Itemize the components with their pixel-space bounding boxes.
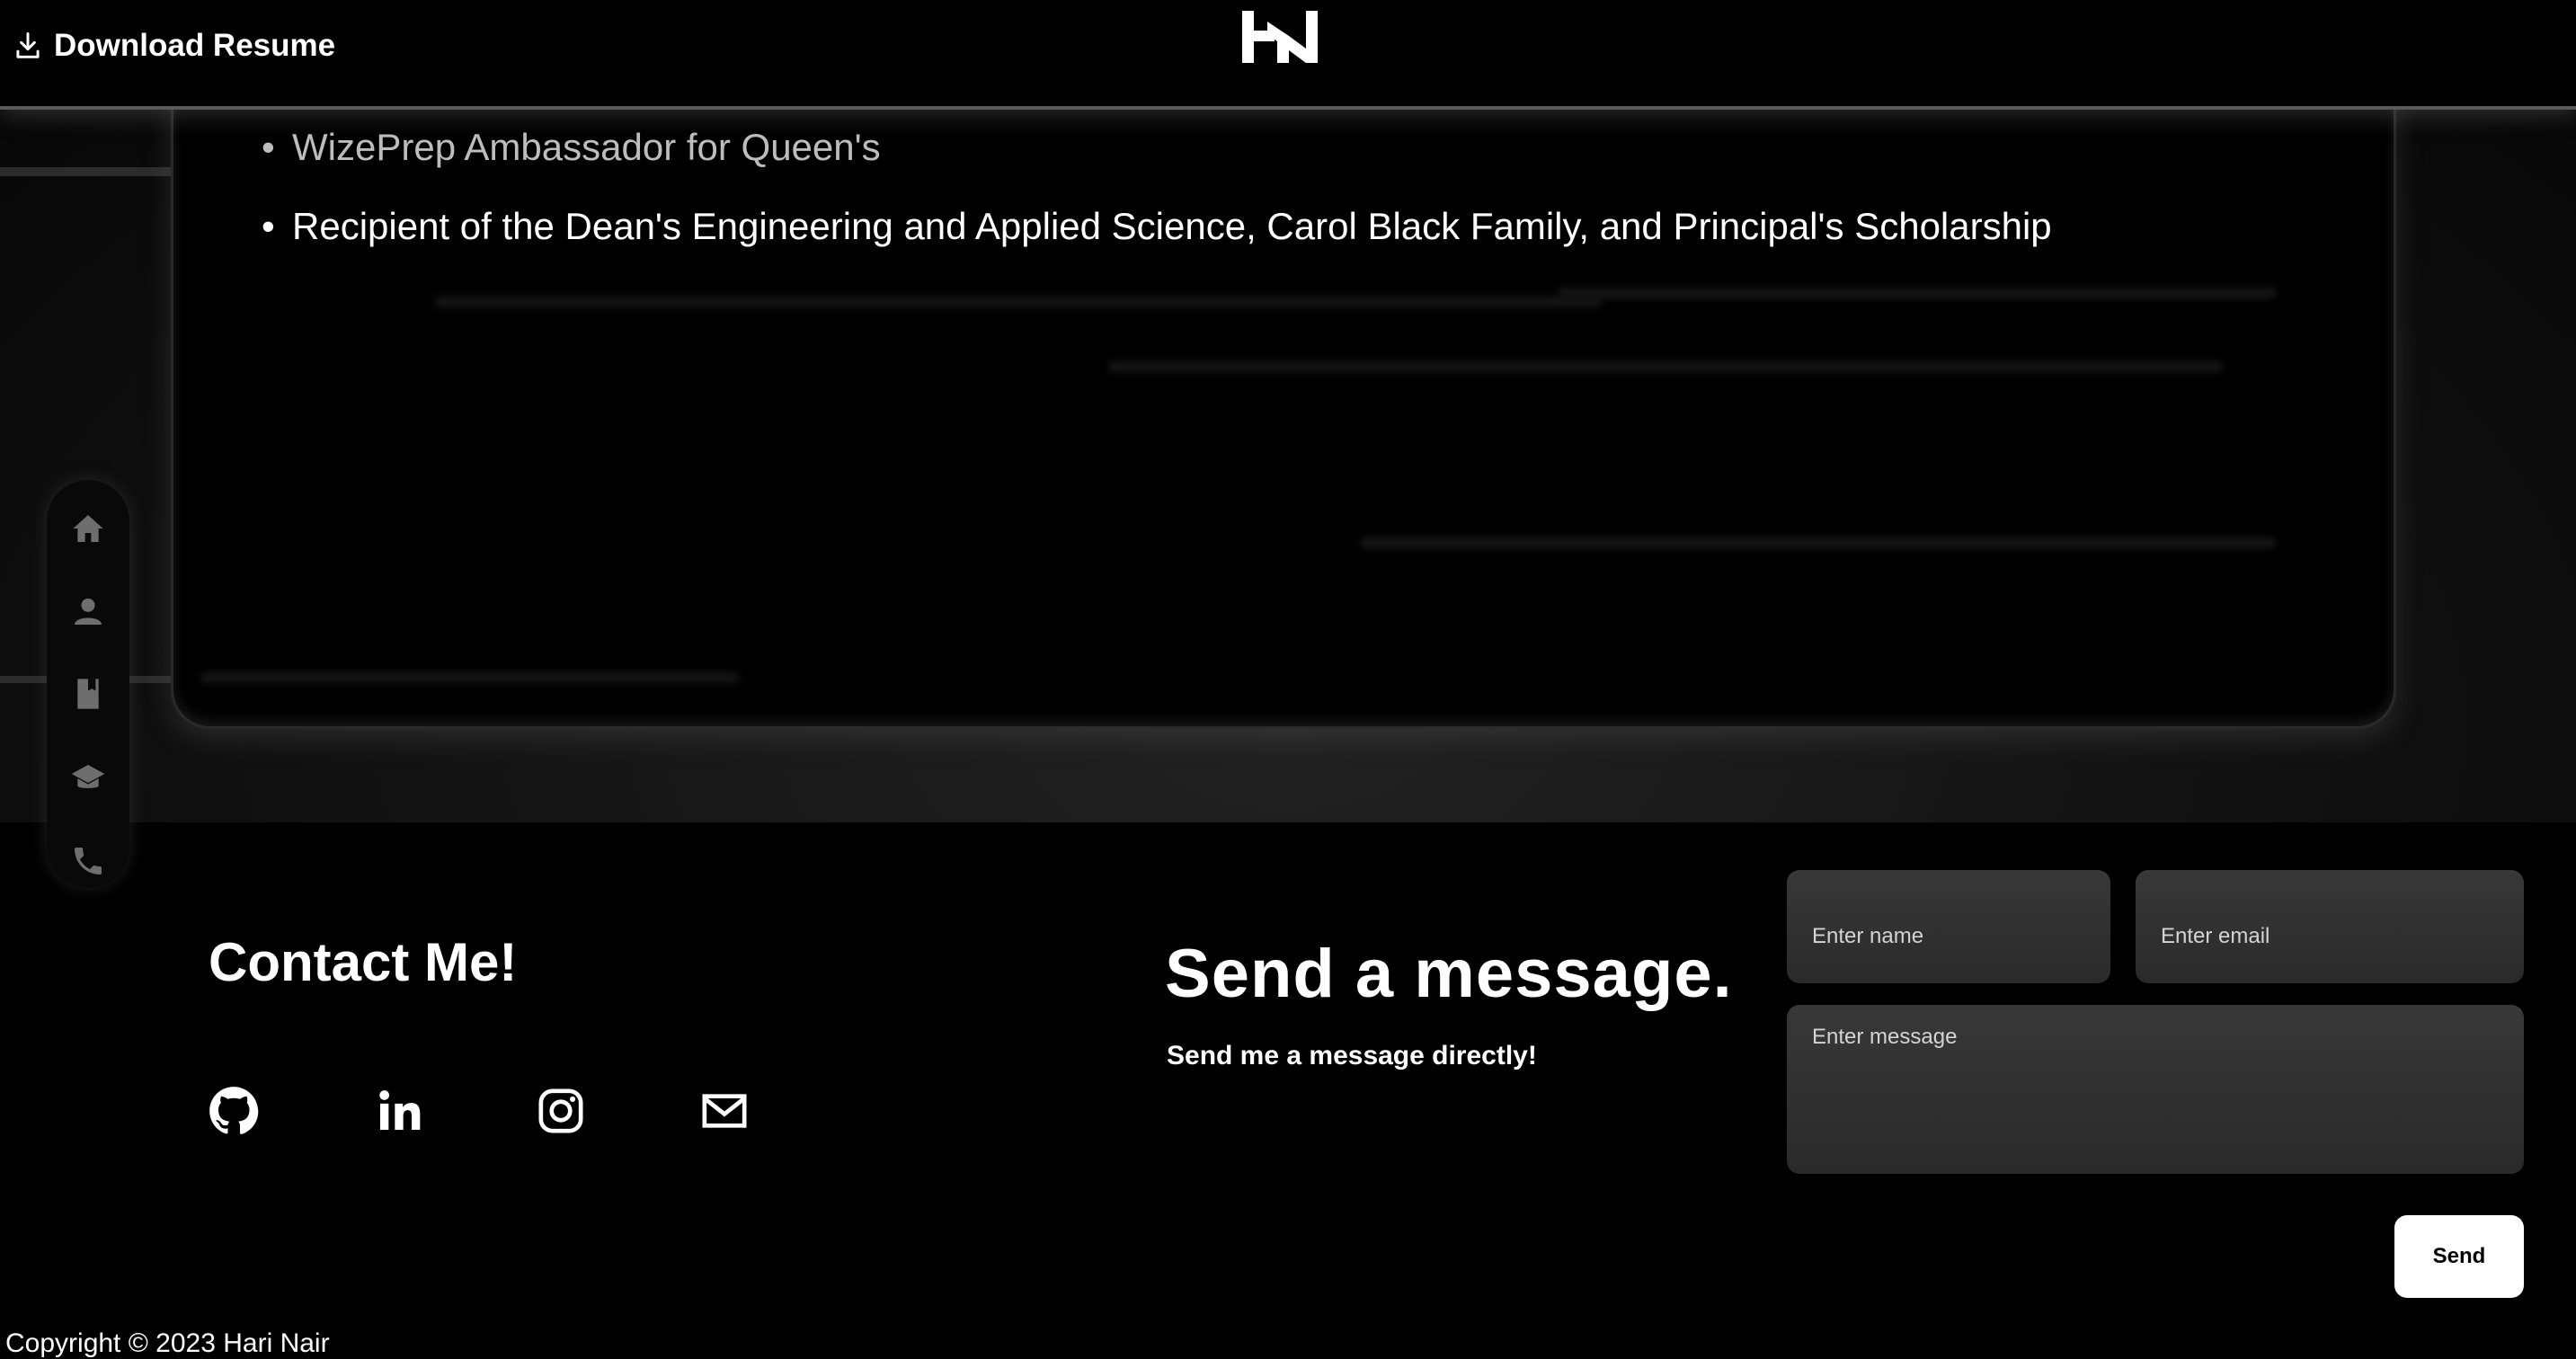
blurred-background-text (434, 297, 1603, 307)
instagram-link[interactable] (536, 1086, 586, 1136)
site-logo[interactable] (1240, 9, 1319, 65)
blurred-background-text (1558, 288, 2277, 298)
background-divider (0, 167, 171, 176)
top-header: Download Resume (0, 0, 2576, 110)
instagram-icon (538, 1088, 583, 1133)
graduation-cap-icon (71, 765, 105, 788)
awards-list: • WizePrep Ambassador for Queen's • Recipi… (262, 108, 2052, 266)
blurred-background-text (1360, 537, 2277, 548)
download-icon (16, 31, 40, 58)
side-navigation (47, 480, 129, 888)
message-input[interactable] (1787, 1005, 2524, 1174)
email-link[interactable] (699, 1086, 750, 1136)
download-resume-button[interactable]: Download Resume (14, 23, 335, 68)
book-icon (77, 679, 99, 709)
list-item: • Recipient of the Dean's Engineering and… (262, 205, 2052, 247)
linkedin-icon (379, 1090, 421, 1130)
nav-education[interactable] (70, 760, 106, 796)
contact-title: Contact Me! (209, 932, 518, 992)
home-icon (73, 515, 103, 542)
nav-experience[interactable] (70, 676, 106, 712)
list-item-text: Recipient of the Dean's Engineering and … (292, 205, 2052, 247)
list-item: • WizePrep Ambassador for Queen's (262, 126, 881, 168)
list-item-text: WizePrep Ambassador for Queen's (292, 126, 881, 168)
mail-icon (702, 1094, 747, 1128)
send-message-subtitle: Send me a message directly! (1167, 1041, 1537, 1070)
nav-home[interactable] (70, 511, 106, 546)
nav-contact[interactable] (70, 843, 106, 879)
linkedin-link[interactable] (374, 1086, 424, 1136)
github-link[interactable] (209, 1086, 259, 1136)
email-input[interactable] (2136, 870, 2524, 983)
blurred-background-text (200, 672, 740, 683)
awards-card: • WizePrep Ambassador for Queen's • Recipi… (171, 72, 2396, 729)
send-button[interactable]: Send (2394, 1215, 2524, 1298)
send-message-title: Send a message. (1165, 936, 1733, 1012)
copyright-text: Copyright © 2023 Hari Nair (5, 1328, 330, 1358)
blurred-background-text (1108, 361, 2223, 372)
phone-icon (75, 848, 102, 875)
name-input[interactable] (1787, 870, 2110, 983)
github-icon (209, 1087, 259, 1134)
person-icon (75, 598, 102, 625)
nav-about[interactable] (70, 593, 106, 629)
download-resume-label: Download Resume (54, 28, 336, 63)
